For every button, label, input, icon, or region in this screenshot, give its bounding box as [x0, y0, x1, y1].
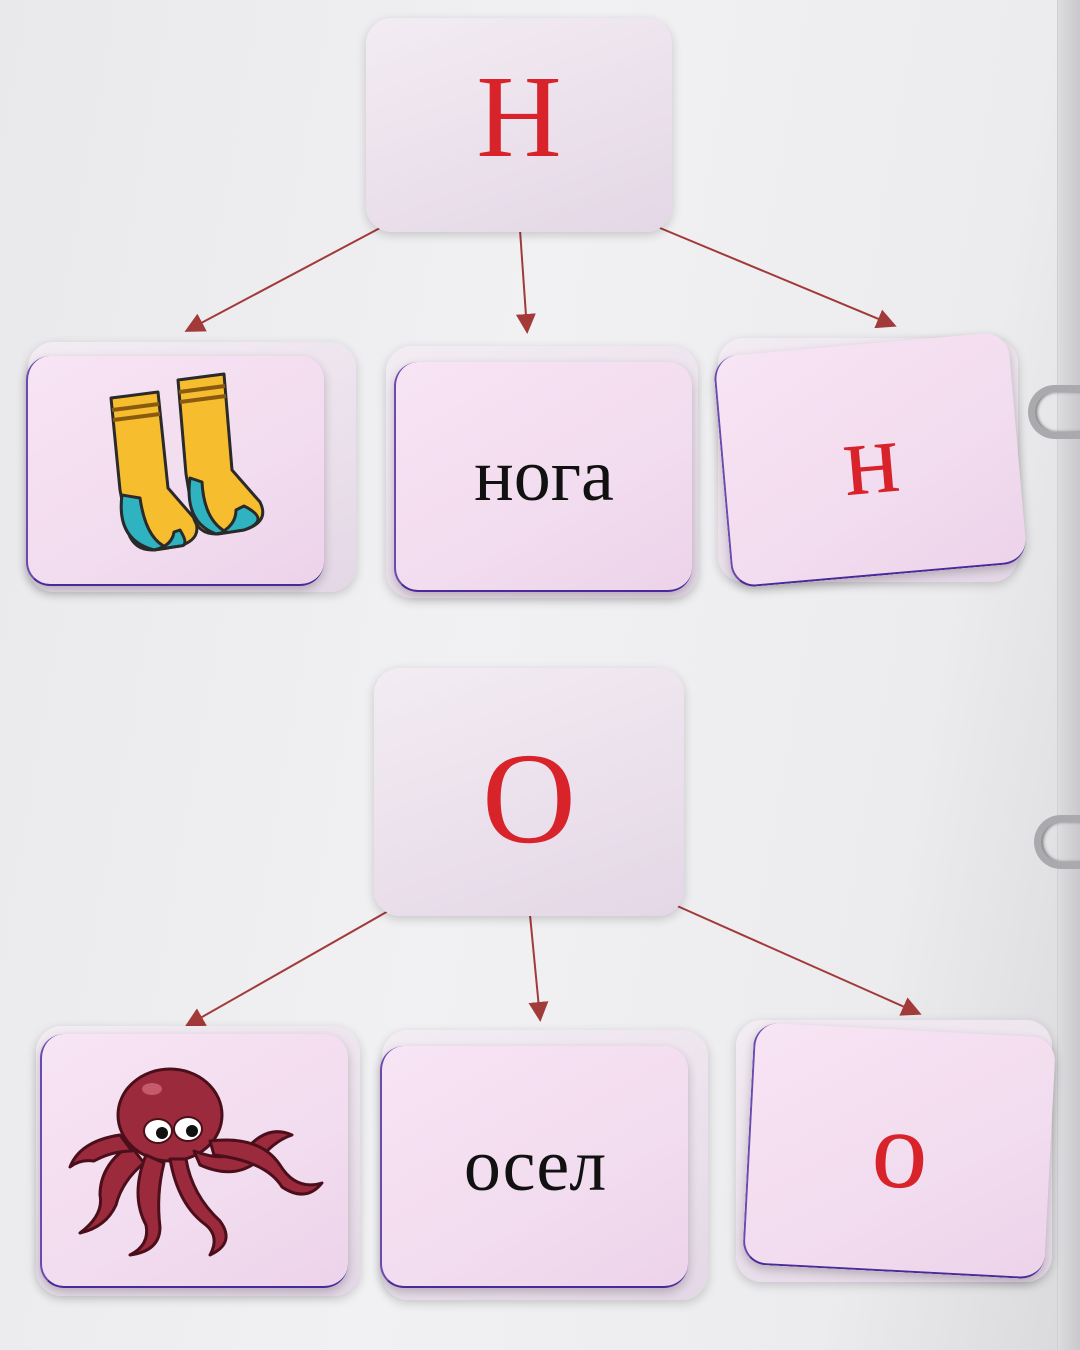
socks-icon: [109, 372, 265, 552]
letter-card-o: О: [374, 668, 684, 916]
word-osel: осел: [463, 1125, 607, 1207]
word-noga: нога: [474, 435, 614, 517]
arrow: [184, 227, 381, 332]
letter-n-uppercase: Н: [476, 51, 562, 182]
letter-o-uppercase: О: [482, 727, 576, 871]
letter-card-n: Н: [366, 18, 672, 232]
arrow: [184, 909, 391, 1027]
letter-card-o-lower[interactable]: о: [741, 1022, 1057, 1280]
word-card-noga[interactable]: нога: [394, 362, 692, 592]
arrow: [515, 229, 536, 334]
octopus-icon: [68, 1067, 324, 1257]
arrow: [528, 914, 549, 1022]
word-card-osel[interactable]: осел: [380, 1046, 688, 1288]
picture-card-socks[interactable]: [26, 356, 324, 586]
picture-card-octopus[interactable]: [40, 1034, 348, 1288]
arrow: [659, 227, 897, 329]
letter-card-n-lower[interactable]: н: [712, 331, 1028, 589]
letter-o-lowercase: о: [868, 1086, 932, 1214]
arrow: [674, 904, 922, 1016]
letter-n-lowercase: н: [838, 398, 904, 519]
